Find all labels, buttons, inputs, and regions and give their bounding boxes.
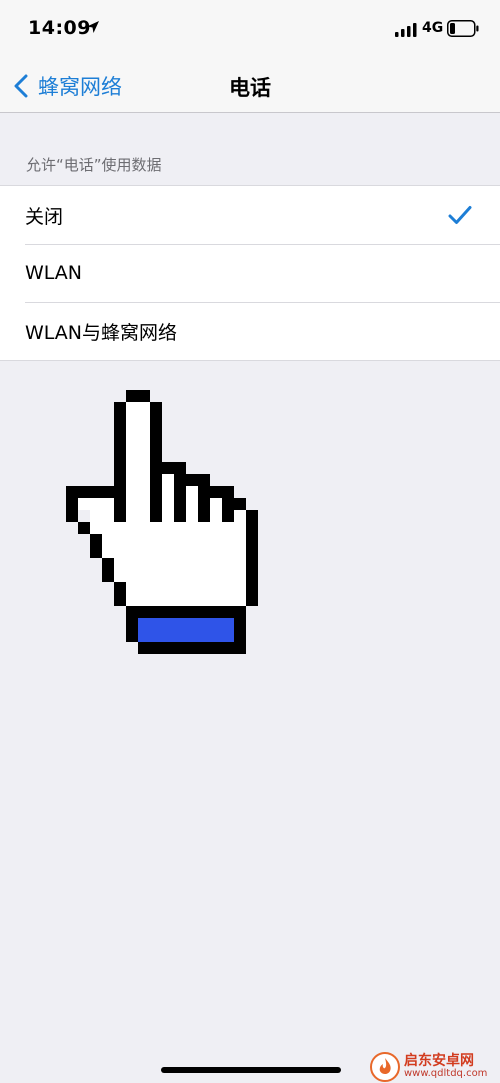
chevron-left-icon [14, 74, 28, 98]
home-indicator[interactable] [161, 1067, 341, 1073]
flame-logo-icon [370, 1051, 400, 1082]
option-row-wlan[interactable]: WLAN [0, 244, 500, 302]
battery-icon [447, 20, 479, 37]
option-label: WLAN与蜂窝网络 [25, 321, 178, 344]
status-time: 14:09 [28, 17, 91, 39]
section-header: 允许“电话”使用数据 [26, 156, 162, 174]
option-label: 关闭 [25, 205, 64, 228]
option-row-wlan-cellular[interactable]: WLAN与蜂窝网络 [0, 302, 500, 360]
data-option-list: 关闭 WLAN WLAN与蜂窝网络 [0, 185, 500, 361]
watermark: 启东安卓网 www.qdltdq.com [370, 1050, 496, 1083]
back-button[interactable]: 蜂窝网络 [14, 70, 122, 102]
watermark-url: www.qdltdq.com [404, 1067, 488, 1079]
navigation-bar: 蜂窝网络 电话 [0, 60, 500, 113]
watermark-title: 启东安卓网 [404, 1052, 474, 1069]
pointing-hand-cursor-icon [66, 390, 258, 654]
location-arrow-icon [87, 21, 99, 33]
signal-bars-icon [395, 23, 417, 37]
network-type: 4G [422, 20, 444, 36]
back-button-label: 蜂窝网络 [38, 75, 122, 99]
option-label: WLAN [25, 262, 83, 284]
checkmark-icon [448, 206, 472, 224]
option-row-off[interactable]: 关闭 [0, 186, 500, 244]
status-bar: 14:09 4G [0, 0, 500, 60]
